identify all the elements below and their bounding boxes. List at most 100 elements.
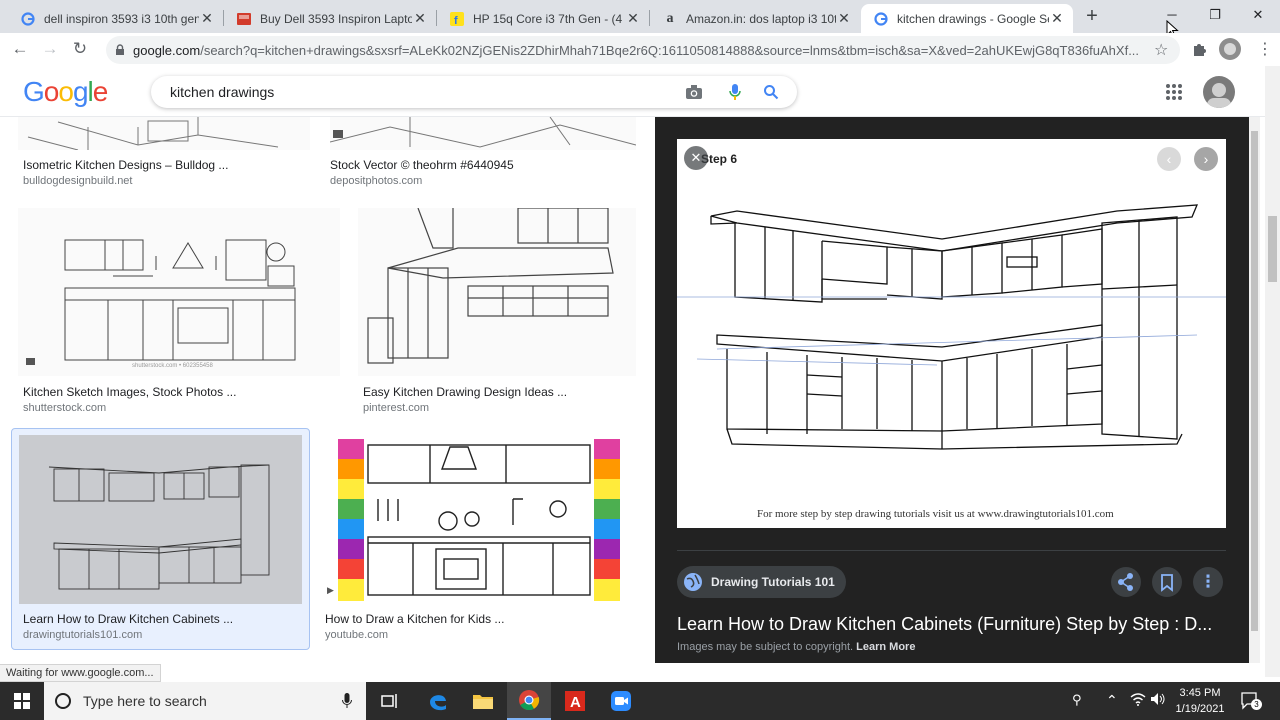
- tab-title: HP 15q Core i3 7th Gen - (4 GB: [473, 11, 625, 26]
- close-preview-icon[interactable]: ✕: [684, 146, 708, 170]
- save-button[interactable]: [1152, 567, 1182, 597]
- notifications-icon[interactable]: 3: [1240, 691, 1262, 711]
- clock-date: 1/19/2021: [1175, 703, 1225, 715]
- notification-count: 3: [1251, 699, 1262, 710]
- result-image-2[interactable]: [330, 117, 636, 150]
- address-bar[interactable]: google.com/search?q=kitchen+drawings&sxs…: [106, 36, 1180, 64]
- volume-icon[interactable]: [1150, 692, 1166, 709]
- flipkart-icon: f: [449, 11, 465, 27]
- profile-avatar[interactable]: [1219, 38, 1241, 60]
- restore-button[interactable]: ❐: [1194, 0, 1236, 30]
- search-input[interactable]: kitchen drawings: [170, 84, 274, 100]
- amazon-icon: a: [666, 10, 674, 26]
- drawing-credit: For more step by step drawing tutorials …: [757, 508, 1114, 520]
- taskbar-clock[interactable]: 3:45 PM 1/19/2021: [1165, 685, 1235, 717]
- tab-4[interactable]: a Amazon.in: dos laptop i3 10th ✕: [650, 4, 860, 33]
- zoom-icon[interactable]: [599, 682, 643, 720]
- panel-scrollbar[interactable]: [1249, 117, 1260, 663]
- task-view-icon[interactable]: [368, 682, 412, 720]
- tab-title: dell inspiron 3593 i3 10th gen: [44, 11, 199, 26]
- windows-taskbar: Type here to search A ⚲ ⌃ 3:45 PM 1/19/2…: [0, 682, 1280, 720]
- result-caption[interactable]: Kitchen Sketch Images, Stock Photos ...: [23, 385, 236, 399]
- edge-icon[interactable]: [416, 682, 460, 720]
- file-explorer-icon[interactable]: [461, 682, 505, 720]
- google-logo[interactable]: Google: [23, 76, 108, 108]
- learn-more-link[interactable]: Learn More: [856, 641, 915, 653]
- image-icon: [26, 358, 35, 365]
- image-results-grid: Isometric Kitchen Designs – Bulldog ... …: [0, 117, 655, 663]
- share-icon: [1118, 573, 1133, 591]
- image-preview-panel: For more step by step drawing tutorials …: [655, 117, 1249, 663]
- kitchen-cabinet-drawing: For more step by step drawing tutorials …: [677, 152, 1226, 520]
- watermark-text: shutterstock.com • 602355458: [132, 363, 213, 369]
- account-avatar[interactable]: [1203, 76, 1235, 108]
- tab-title: Buy Dell 3593 Inspiron Laptop: [260, 11, 412, 26]
- people-icon[interactable]: ⚲: [1072, 692, 1082, 708]
- close-tab-icon[interactable]: ✕: [412, 10, 428, 27]
- close-tab-icon[interactable]: ✕: [625, 10, 641, 27]
- result-caption[interactable]: How to Draw a Kitchen for Kids ...: [325, 612, 504, 626]
- result-caption[interactable]: Stock Vector © theohrm #6440945: [330, 158, 514, 172]
- preview-title[interactable]: Learn How to Draw Kitchen Cabinets (Furn…: [677, 614, 1227, 635]
- taskbar-search[interactable]: Type here to search: [44, 682, 366, 720]
- close-window-button[interactable]: ✕: [1237, 0, 1279, 30]
- result-source[interactable]: drawingtutorials101.com: [23, 629, 142, 641]
- google-header: Google kitchen drawings: [0, 66, 1265, 117]
- extensions-puzzle-icon[interactable]: [1191, 41, 1207, 57]
- chrome-icon[interactable]: [507, 682, 551, 720]
- more-menu-icon[interactable]: ⋮: [1257, 39, 1273, 59]
- forward-arrow-icon[interactable]: →: [38, 37, 62, 61]
- divider: [677, 550, 1226, 551]
- show-hidden-icons-chevron[interactable]: ⌃: [1106, 692, 1118, 709]
- lock-icon: [116, 44, 124, 55]
- search-box[interactable]: kitchen drawings: [151, 76, 797, 108]
- more-options-icon[interactable]: ⋮: [1193, 567, 1223, 597]
- globe-icon: [684, 573, 702, 591]
- result-source[interactable]: bulldogdesignbuild.net: [23, 175, 132, 187]
- result-source[interactable]: pinterest.com: [363, 402, 429, 414]
- result-image-1[interactable]: [18, 117, 310, 150]
- previous-arrow-icon[interactable]: ‹: [1157, 147, 1181, 171]
- result-image-3[interactable]: shutterstock.com • 602355458: [18, 208, 340, 376]
- microphone-icon[interactable]: [729, 83, 741, 101]
- close-tab-icon[interactable]: ✕: [199, 10, 215, 27]
- tab-5-active[interactable]: kitchen drawings - Google Sea ✕: [861, 4, 1073, 33]
- tab-2[interactable]: Buy Dell 3593 Inspiron Laptop ✕: [224, 4, 436, 33]
- result-image-5[interactable]: [19, 435, 302, 604]
- acrobat-icon[interactable]: A: [553, 682, 597, 720]
- cortana-circle-icon: [55, 693, 71, 709]
- result-source[interactable]: youtube.com: [325, 629, 388, 641]
- camera-icon[interactable]: [685, 84, 703, 100]
- back-arrow-icon[interactable]: ←: [8, 37, 32, 61]
- result-source[interactable]: shutterstock.com: [23, 402, 106, 414]
- result-caption[interactable]: Learn How to Draw Kitchen Cabinets ...: [23, 612, 233, 626]
- close-tab-icon[interactable]: ✕: [836, 10, 852, 27]
- microphone-icon[interactable]: [342, 693, 352, 709]
- windows-start-icon[interactable]: [0, 682, 44, 720]
- video-play-icon: ▶: [327, 585, 334, 595]
- result-image-4[interactable]: [358, 208, 636, 376]
- close-tab-icon[interactable]: ✕: [1049, 10, 1065, 27]
- search-icon[interactable]: [763, 84, 779, 100]
- site-chip[interactable]: Drawing Tutorials 101: [677, 566, 846, 598]
- next-arrow-icon[interactable]: ›: [1194, 147, 1218, 171]
- result-caption[interactable]: Isometric Kitchen Designs – Bulldog ...: [23, 158, 228, 172]
- new-tab-button[interactable]: +: [1082, 5, 1102, 27]
- bookmark-red-icon: [236, 11, 252, 27]
- taskbar-search-placeholder: Type here to search: [83, 693, 207, 709]
- browser-toolbar: ← → ↻ google.com/search?q=kitchen+drawin…: [0, 33, 1280, 66]
- google-icon: [20, 11, 36, 27]
- result-source[interactable]: depositphotos.com: [330, 175, 422, 187]
- page-scrollbar[interactable]: [1265, 66, 1280, 677]
- tab-1[interactable]: dell inspiron 3593 i3 10th gen ✕: [8, 4, 223, 33]
- apps-grid-icon[interactable]: [1165, 83, 1183, 101]
- google-icon: [873, 11, 889, 27]
- share-button[interactable]: [1111, 567, 1141, 597]
- star-bookmark-icon[interactable]: ☆: [1154, 40, 1168, 60]
- wifi-icon[interactable]: [1130, 692, 1146, 709]
- tab-3[interactable]: f HP 15q Core i3 7th Gen - (4 GB ✕: [437, 4, 649, 33]
- result-caption[interactable]: Easy Kitchen Drawing Design Ideas ...: [363, 385, 567, 399]
- result-image-6[interactable]: [338, 439, 620, 601]
- preview-image[interactable]: For more step by step drawing tutorials …: [677, 139, 1226, 528]
- reload-icon[interactable]: ↻: [68, 37, 92, 61]
